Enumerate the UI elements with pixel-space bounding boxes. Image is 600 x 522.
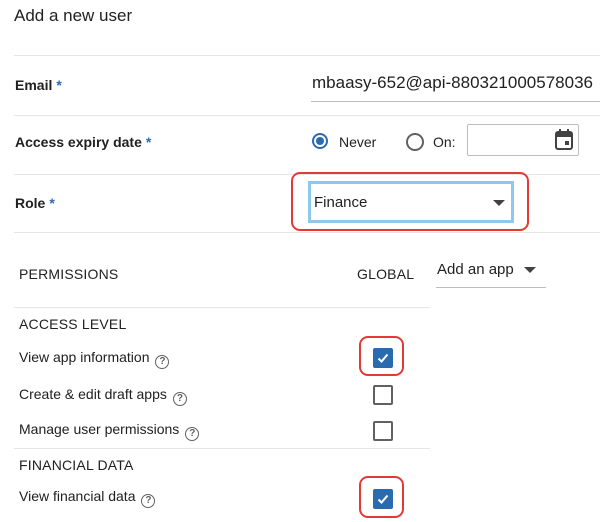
- permission-label-text: Create & edit draft apps: [19, 386, 167, 402]
- divider: [14, 448, 430, 449]
- permissions-header: PERMISSIONS: [19, 266, 119, 282]
- email-label: Email *: [15, 77, 62, 93]
- add-app-label: Add an app: [437, 261, 514, 278]
- divider: [14, 307, 430, 308]
- global-column-header: GLOBAL: [357, 266, 415, 282]
- add-app-dropdown[interactable]: Add an app: [436, 250, 546, 288]
- help-icon[interactable]: ?: [141, 494, 156, 508]
- email-field[interactable]: mbaasy-652@api-880321000578036: [311, 64, 600, 102]
- role-label-text: Role: [15, 195, 46, 211]
- radio-on[interactable]: [406, 133, 424, 151]
- check-icon: [377, 353, 389, 363]
- required-mark: *: [56, 77, 62, 93]
- access-expiry-label-text: Access expiry date: [15, 134, 142, 150]
- checkbox-manage-user-permissions[interactable]: [373, 421, 393, 441]
- role-label: Role *: [15, 195, 55, 211]
- page-title: Add a new user: [14, 6, 133, 25]
- permission-label: View app information?: [19, 349, 170, 369]
- required-mark: *: [145, 134, 152, 150]
- role-select-value: Finance: [314, 194, 368, 211]
- permission-label-text: View app information: [19, 349, 150, 365]
- radio-never[interactable]: [312, 133, 328, 149]
- section-title-access-level: ACCESS LEVEL: [19, 316, 127, 332]
- caret-down-icon: [524, 267, 536, 273]
- section-title-financial-data: FINANCIAL DATA: [19, 457, 134, 473]
- checkbox-view-app-information[interactable]: [373, 348, 393, 368]
- required-mark: *: [49, 195, 55, 211]
- permission-label: Manage user permissions?: [19, 421, 200, 441]
- checkbox-view-financial-data[interactable]: [373, 489, 393, 509]
- help-icon[interactable]: ?: [185, 427, 200, 441]
- calendar-icon[interactable]: [554, 129, 574, 156]
- permission-label-text: View financial data: [19, 488, 136, 504]
- permission-label: Create & edit draft apps?: [19, 386, 187, 406]
- role-select[interactable]: Finance: [308, 181, 514, 223]
- expiry-date-input[interactable]: [467, 124, 579, 156]
- permission-label: View financial data?: [19, 488, 156, 508]
- access-expiry-label: Access expiry date *: [15, 134, 151, 150]
- divider: [14, 232, 600, 233]
- divider: [14, 115, 600, 116]
- permission-label-text: Manage user permissions: [19, 421, 180, 437]
- help-icon[interactable]: ?: [155, 355, 170, 369]
- caret-down-icon: [493, 200, 505, 206]
- email-label-text: Email: [15, 77, 53, 93]
- check-icon: [377, 494, 389, 504]
- checkbox-create-edit-draft-apps[interactable]: [373, 385, 393, 405]
- radio-on-label: On:: [433, 134, 456, 150]
- divider: [14, 55, 600, 56]
- radio-never-label: Never: [339, 134, 377, 150]
- help-icon[interactable]: ?: [172, 392, 187, 406]
